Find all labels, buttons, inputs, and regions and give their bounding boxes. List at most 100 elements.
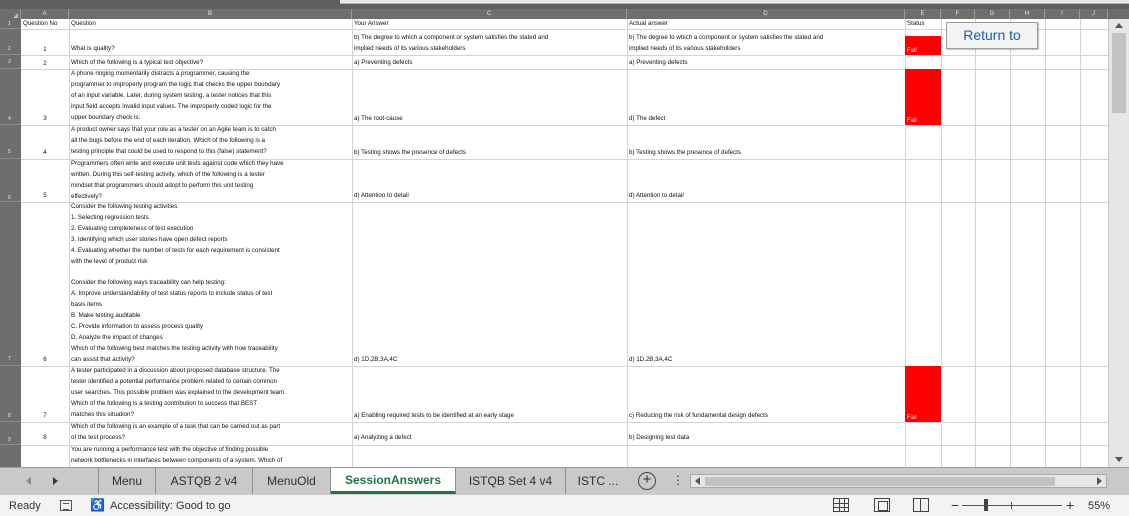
sheet-tab-menu[interactable]: Menu <box>98 468 156 494</box>
your-answer-cell[interactable]: a) The root-cause <box>352 114 627 125</box>
column-header-i[interactable]: I <box>1045 9 1080 19</box>
question-number-cell[interactable]: 3 <box>21 114 69 124</box>
question-number-cell[interactable]: 8 <box>21 433 69 443</box>
horizontal-scroll-thumb[interactable] <box>705 477 1055 486</box>
actual-answer-cell[interactable]: d) The defect <box>627 114 905 125</box>
row-header[interactable]: 8 <box>0 366 21 422</box>
row-header[interactable]: 1 <box>0 19 21 29</box>
status-fail-cell[interactable]: Fail <box>905 69 941 125</box>
column-header-e[interactable]: E <box>905 9 941 19</box>
actual-answer-cell[interactable]: b) The degree to which a component or sy… <box>627 33 905 55</box>
header-actual-answer[interactable]: Actual answer <box>627 19 905 29</box>
column-header-b[interactable]: B <box>69 9 352 19</box>
status-text: Fail <box>907 415 917 421</box>
scroll-up-arrow-icon[interactable] <box>1109 19 1129 33</box>
header-status[interactable]: Status <box>905 19 941 29</box>
row-header[interactable]: 6 <box>0 159 21 202</box>
question-cell[interactable]: A phone ringing momentarily distracts a … <box>69 69 352 125</box>
header-your-answer[interactable]: Your Answer <box>352 19 627 29</box>
question-number-cell[interactable]: 2 <box>21 59 69 69</box>
actual-answer-cell[interactable]: d) Attention to detail <box>627 191 905 202</box>
question-cell[interactable]: Programmers often write and execute unit… <box>69 159 352 202</box>
accessibility-status[interactable]: Accessibility: Good to go <box>110 500 230 512</box>
sheet-tab-astqb-2-v4[interactable]: ASTQB 2 v4 <box>156 468 253 494</box>
actual-answer-cell[interactable]: b) Testing shows the presence of defects <box>627 148 905 159</box>
sheet-tab-menuold[interactable]: MenuOld <box>253 468 331 494</box>
actual-answer-cell[interactable]: c) Reducing the risk of fundamental desi… <box>627 411 905 422</box>
question-cell[interactable]: Which of the following is an example of … <box>69 422 352 445</box>
your-answer-cell[interactable]: d) Attention to detail <box>352 191 627 202</box>
column-header-d[interactable]: D <box>627 9 905 19</box>
more-options-icon[interactable]: ⋮ <box>672 473 684 487</box>
zoom-slider-midpoint <box>1011 502 1012 509</box>
formula-bar[interactable] <box>340 0 1129 4</box>
zoom-out-icon[interactable]: − <box>951 497 959 513</box>
scroll-down-arrow-icon[interactable] <box>1109 453 1129 467</box>
page-layout-view-icon[interactable] <box>874 498 890 512</box>
question-cell[interactable]: Consider the following testing activitie… <box>69 202 352 366</box>
add-sheet-icon[interactable]: + <box>638 472 656 490</box>
row-header-column: 1 2 3 4 5 6 7 8 9 <box>0 19 21 467</box>
your-answer-cell[interactable]: b) Testing shows the presence of defects <box>352 148 627 159</box>
question-cell[interactable]: Which of the following is a typical test… <box>69 58 352 69</box>
question-number-cell[interactable]: 4 <box>21 148 69 158</box>
header-question-no[interactable]: Question No <box>21 19 69 29</box>
actual-answer-cell[interactable]: d) 1D,2B,3A,4C <box>627 355 905 366</box>
row-header[interactable]: 4 <box>0 69 21 125</box>
column-header-h[interactable]: H <box>1010 9 1045 19</box>
your-answer-cell[interactable]: d) 1D,2B,3A,4C <box>352 355 627 366</box>
row-header[interactable]: 2 <box>0 29 21 55</box>
zoom-slider-handle[interactable] <box>984 499 988 511</box>
vertical-scroll-thumb[interactable] <box>1112 33 1126 113</box>
next-sheet-arrow-icon[interactable] <box>48 474 62 488</box>
zoom-in-icon[interactable]: + <box>1066 497 1074 513</box>
status-fail-cell[interactable]: Fail <box>905 366 941 422</box>
column-header-a[interactable]: A <box>21 9 69 19</box>
accessibility-check-icon[interactable]: ♿ <box>90 498 105 512</box>
header-question[interactable]: Question <box>69 19 352 29</box>
row-header[interactable]: 5 <box>0 125 21 159</box>
your-answer-cell[interactable]: b) The degree to which a component or sy… <box>352 33 627 55</box>
question-cell[interactable]: A tester participated in a discussion ab… <box>69 366 352 422</box>
previous-sheet-arrow-icon[interactable] <box>22 474 36 488</box>
sheet-tab-sessionanswers[interactable]: SessionAnswers <box>331 468 456 494</box>
actual-answer-cell[interactable]: b) Designing test data <box>627 433 905 444</box>
normal-view-icon[interactable] <box>833 498 849 512</box>
column-header-f[interactable]: F <box>941 9 975 19</box>
formula-bar-strip <box>0 0 1129 9</box>
sheet-tab-istc[interactable]: ISTC ... <box>566 468 630 494</box>
zoom-slider[interactable] <box>962 505 1062 506</box>
row-header[interactable]: 3 <box>0 55 21 69</box>
question-cell[interactable]: A product owner says that your role as a… <box>69 125 352 159</box>
column-header-g[interactable]: G <box>975 9 1010 19</box>
zoom-level[interactable]: 55% <box>1088 500 1110 512</box>
horizontal-scrollbar[interactable] <box>690 474 1107 488</box>
worksheet-grid[interactable]: Question No Question Your Answer Actual … <box>21 19 1108 467</box>
column-header-c[interactable]: C <box>352 9 627 19</box>
question-number-cell[interactable]: 5 <box>21 191 69 201</box>
question-cell[interactable]: What is quality? <box>69 44 352 55</box>
page-break-view-icon[interactable] <box>913 498 929 512</box>
actual-answer-cell[interactable]: a) Preventing defects <box>627 58 905 69</box>
status-text: Fail <box>907 118 917 124</box>
row-header[interactable]: 9 <box>0 422 21 445</box>
question-number-cell[interactable]: 1 <box>21 45 69 55</box>
select-all-corner[interactable] <box>0 9 21 19</box>
question-cell[interactable]: You are running a performance test with … <box>69 445 352 467</box>
your-answer-cell[interactable]: a) Preventing defects <box>352 58 627 69</box>
sheet-tab-bar: Menu ASTQB 2 v4 MenuOld SessionAnswers I… <box>0 467 1129 494</box>
return-to-button[interactable]: Return to <box>946 22 1038 49</box>
column-header-row: A B C D E F G H I J <box>0 9 1108 19</box>
ready-status: Ready <box>9 500 41 512</box>
question-number-cell[interactable]: 7 <box>21 411 69 421</box>
status-fail-cell[interactable]: Fail <box>905 36 941 55</box>
your-answer-cell[interactable]: a) Analyzing a defect <box>352 433 627 444</box>
status-text: Fail <box>907 48 917 54</box>
your-answer-cell[interactable]: a) Enabling required tests to be identif… <box>352 411 627 422</box>
macro-record-icon[interactable] <box>60 500 72 511</box>
column-header-j[interactable]: J <box>1080 9 1108 19</box>
vertical-scrollbar[interactable] <box>1108 19 1129 467</box>
question-number-cell[interactable]: 6 <box>21 355 69 365</box>
row-header[interactable]: 7 <box>0 202 21 366</box>
sheet-tab-istqb-set-4-v4[interactable]: ISTQB Set 4 v4 <box>456 468 566 494</box>
